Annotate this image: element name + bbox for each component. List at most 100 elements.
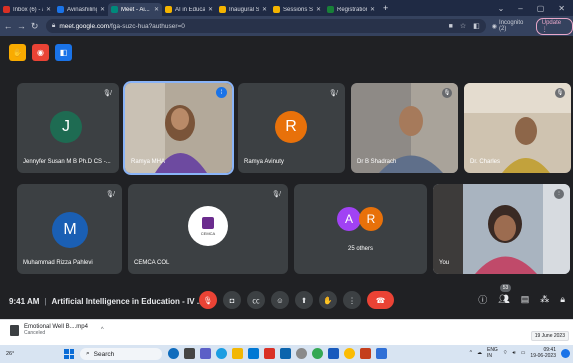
captions-button[interactable]: ㏄ — [247, 291, 265, 309]
participant-tile[interactable]: ⁞ Ramya MHA — [123, 81, 234, 175]
self-tile[interactable]: ⋮ You — [433, 184, 570, 274]
more-vert-icon: ⋮ — [348, 295, 356, 305]
mic-off-icon: 🎙︎ — [203, 295, 213, 305]
meeting-title: Artificial Intelligence in Education - I… — [51, 296, 204, 306]
bookmark-star-icon[interactable]: ☆ — [460, 22, 466, 30]
chevron-up-icon[interactable]: ^ — [470, 350, 472, 356]
task-view-icon[interactable] — [184, 348, 195, 359]
back-icon[interactable]: ← — [3, 21, 13, 31]
new-tab-button[interactable]: + — [383, 3, 388, 13]
forward-icon[interactable]: → — [16, 21, 26, 31]
tab-ai-education[interactable]: AI in Education ✕ — [162, 3, 216, 16]
chevron-down-icon[interactable]: ⌄ — [498, 4, 505, 13]
outlook-icon[interactable] — [280, 348, 291, 359]
meet-control-bar: 9:41 AM | Artificial Intelligence in Edu… — [0, 283, 573, 319]
onedrive-icon[interactable]: ☁ — [477, 350, 482, 356]
search-label: Search — [93, 350, 115, 358]
url-host: meet.google.com — [59, 22, 110, 30]
avatar-initial: A — [344, 212, 353, 226]
mic-off-icon: 🎙︎ — [442, 88, 452, 98]
participant-tile[interactable]: 🎙︎ Dr. Charles — [464, 83, 571, 173]
participant-tile[interactable]: 🎙︎ Dr B Shadrach — [351, 83, 458, 173]
chevron-up-icon[interactable]: ^ — [101, 327, 104, 333]
close-icon[interactable]: ✕ — [100, 6, 105, 13]
app-icon[interactable] — [296, 348, 307, 359]
taskbar-search-input[interactable]: ⌕ Search — [80, 348, 162, 360]
host-controls-icon[interactable]: 🔒︎ — [560, 294, 565, 305]
word-icon[interactable] — [328, 348, 339, 359]
participant-tile[interactable]: 🎙︎̸ R Ramya Avinuty — [238, 83, 345, 173]
record-icon[interactable]: ◉ — [32, 44, 49, 61]
chrome-icon[interactable] — [312, 348, 323, 359]
explorer-icon[interactable] — [232, 348, 243, 359]
download-status: Canceled — [24, 330, 46, 336]
notification-icon[interactable] — [561, 348, 570, 358]
gmail-icon[interactable] — [264, 348, 275, 359]
volume-icon[interactable]: 🔊︎ — [513, 350, 516, 356]
others-count: 25 others — [347, 246, 374, 252]
emoji-button[interactable]: ☺ — [271, 291, 289, 309]
people-icon[interactable]: 👥︎ — [498, 294, 509, 305]
close-icon[interactable]: ✕ — [208, 6, 213, 13]
minimize-icon[interactable]: – — [518, 4, 522, 13]
update-button[interactable]: Update ⋮ — [535, 17, 573, 35]
info-icon[interactable]: ◧ — [55, 44, 72, 61]
edge-icon[interactable] — [216, 348, 227, 359]
powerpoint-icon[interactable] — [360, 348, 371, 359]
close-icon[interactable]: ✕ — [46, 6, 51, 13]
lock-icon: 🔒︎ — [51, 22, 56, 29]
close-icon[interactable]: ✕ — [316, 6, 321, 13]
hand-icon[interactable]: ✋ — [9, 44, 26, 61]
battery-icon[interactable]: ▭ — [521, 350, 526, 356]
url-input[interactable]: 🔒︎ meet.google.com/fga-suzc-hua?authuser… — [45, 19, 486, 33]
store-icon[interactable] — [248, 348, 259, 359]
chrome-icon[interactable] — [344, 348, 355, 359]
region-label: IN — [486, 353, 492, 359]
clock[interactable]: 09:41 19-06-2023 — [530, 347, 556, 359]
close-icon[interactable]: ✕ — [262, 6, 267, 13]
avatar: R — [359, 207, 383, 231]
camera-toggle-button[interactable]: ◘ — [223, 291, 241, 309]
avatar: R — [275, 111, 307, 143]
present-button[interactable]: ⬆ — [295, 291, 313, 309]
weather-temp[interactable]: 26° — [6, 351, 14, 357]
more-options-icon[interactable]: ⋮ — [554, 189, 564, 199]
leave-call-button[interactable]: ☎ — [367, 291, 394, 309]
download-item[interactable]: Emotional Well B....mp4 Canceled ^ — [10, 324, 104, 336]
tab-sessions[interactable]: Sessions Slide ✕ — [270, 3, 324, 16]
close-icon[interactable]: ✕ — [370, 6, 375, 13]
others-tile[interactable]: A R 25 others — [294, 184, 427, 274]
slides-icon — [273, 6, 280, 13]
mic-toggle-button[interactable]: 🎙︎ — [199, 291, 217, 309]
chat-icon[interactable]: ▤ — [521, 294, 530, 305]
logo-text: CEMCA — [200, 230, 216, 236]
participant-tile[interactable]: 🎙︎̸ M Muhammad Rizza Pahlevi — [17, 184, 122, 274]
activities-icon[interactable]: ⁂ — [540, 294, 549, 305]
sidepanel-icon[interactable]: ◧ — [473, 22, 480, 30]
reload-icon[interactable]: ↻ — [30, 21, 40, 32]
maximize-icon[interactable]: ▢ — [537, 4, 545, 13]
tab-inaugural[interactable]: Inaugural Sess ✕ — [216, 3, 270, 16]
tab-avinashilingam[interactable]: Avinashilingam ✕ — [54, 3, 108, 16]
app-icon[interactable] — [376, 348, 387, 359]
start-windows-icon[interactable] — [64, 349, 74, 359]
more-options-button[interactable]: ⋮ — [343, 291, 361, 309]
participant-tile[interactable]: 🎙︎̸ J Jennyfer Susan M B Ph.D CS -... — [17, 83, 119, 173]
tab-gmail[interactable]: Inbox (6) - aa... ✕ — [0, 3, 54, 16]
wifi-icon[interactable]: ⌔ — [503, 350, 508, 356]
captions-icon: ㏄ — [252, 295, 260, 305]
close-window-icon[interactable]: ✕ — [558, 4, 565, 13]
tab-registration[interactable]: Registration fo ✕ — [324, 3, 378, 16]
widgets-icon[interactable] — [168, 348, 179, 359]
info-icon[interactable]: ⓘ — [478, 293, 487, 306]
screen: Inbox (6) - aa... ✕ Avinashilingam ✕ Mee… — [0, 0, 573, 363]
camera-icon[interactable]: ■ — [449, 23, 453, 30]
teams-icon[interactable] — [200, 348, 211, 359]
close-icon[interactable]: ✕ — [154, 6, 159, 13]
crest-icon — [202, 216, 214, 229]
raise-hand-button[interactable]: ✋ — [319, 291, 337, 309]
participant-tile[interactable]: 🎙︎̸ CEMCA CEMCA COL — [128, 184, 288, 274]
tab-meet[interactable]: Meet - Ai... ✕ — [108, 3, 162, 16]
incognito-indicator[interactable]: ◉ Incognito (2) — [492, 20, 530, 32]
language-indicator[interactable]: ENG IN — [487, 347, 498, 359]
